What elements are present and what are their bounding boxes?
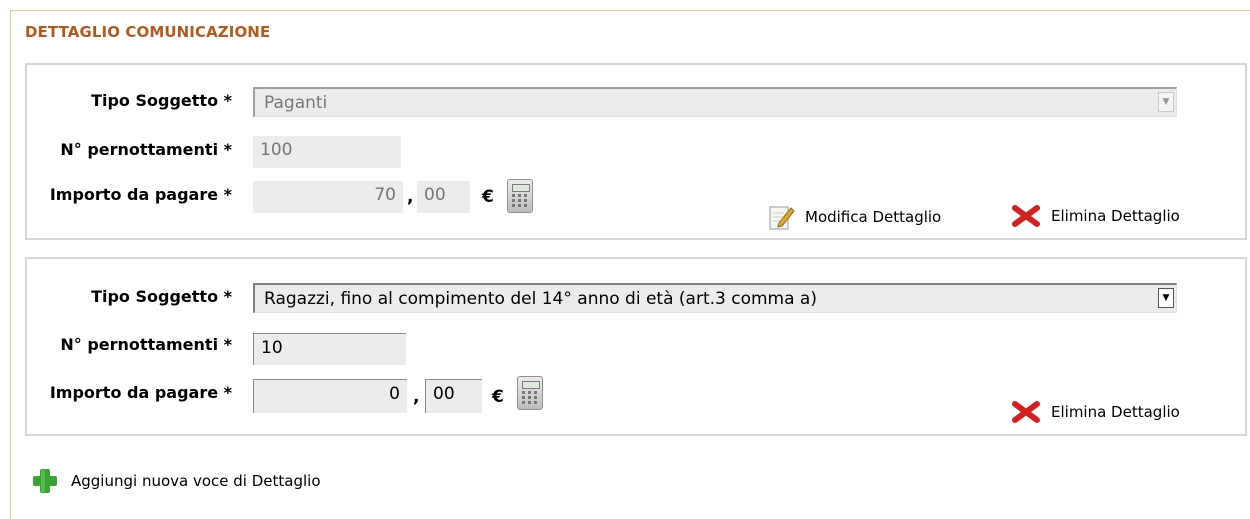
importo-label: Importo da pagare * [49, 185, 232, 204]
detail-panel: DETTAGLIO COMUNICAZIONE Tipo Soggetto * … [10, 10, 1250, 519]
modifica-dettaglio-label: Modifica Dettaglio [805, 208, 942, 226]
red-x-icon [1012, 401, 1040, 423]
modifica-dettaglio-button[interactable]: Modifica Dettaglio [767, 203, 941, 231]
pernottamenti-label: N° pernottamenti * [60, 140, 232, 159]
tipo-soggetto-label: Tipo Soggetto * [91, 91, 232, 110]
tipo-soggetto-label: Tipo Soggetto * [91, 287, 232, 306]
detail-box-1: Tipo Soggetto * Paganti ▼ N° pernottamen… [25, 63, 1247, 240]
tipo-soggetto-value: Ragazzi, fino al compimento del 14° anno… [264, 289, 817, 309]
detail-box-2: Tipo Soggetto * Ragazzi, fino al compime… [25, 257, 1247, 436]
importo-label: Importo da pagare * [49, 383, 232, 402]
pernottamenti-label: N° pernottamenti * [60, 335, 232, 354]
aggiungi-dettaglio-link[interactable]: Aggiungi nuova voce di Dettaglio [29, 466, 321, 496]
importo-dec-input[interactable]: 00 [425, 379, 482, 413]
currency-symbol: € [492, 387, 504, 407]
elimina-dettaglio-button-2[interactable]: Elimina Dettaglio [1011, 400, 1180, 424]
elimina-dettaglio-button-1[interactable]: Elimina Dettaglio [1011, 204, 1180, 228]
importo-int-field: 70 [253, 181, 403, 213]
decimal-separator: , [407, 187, 414, 207]
pencil-icon [769, 206, 795, 230]
calculator-icon[interactable] [507, 179, 533, 213]
section-title: DETTAGLIO COMUNICAZIONE [25, 23, 271, 41]
tipo-soggetto-select[interactable]: Ragazzi, fino al compimento del 14° anno… [253, 283, 1177, 313]
green-plus-icon [33, 469, 57, 493]
currency-symbol: € [482, 187, 494, 207]
elimina-dettaglio-label: Elimina Dettaglio [1051, 403, 1180, 421]
elimina-dettaglio-label: Elimina Dettaglio [1051, 207, 1180, 225]
aggiungi-dettaglio-label: Aggiungi nuova voce di Dettaglio [71, 472, 321, 490]
chevron-down-icon: ▼ [1158, 92, 1174, 112]
chevron-down-icon[interactable]: ▼ [1158, 288, 1174, 308]
importo-int-input[interactable]: 0 [253, 379, 407, 413]
pernottamenti-input[interactable]: 10 [253, 333, 406, 365]
red-x-icon [1012, 205, 1040, 227]
importo-dec-field: 00 [417, 181, 470, 213]
pernottamenti-field: 100 [253, 136, 401, 168]
tipo-soggetto-select: Paganti ▼ [253, 87, 1177, 117]
decimal-separator: , [413, 387, 420, 407]
tipo-soggetto-value: Paganti [264, 93, 328, 113]
calculator-icon[interactable] [517, 376, 543, 410]
